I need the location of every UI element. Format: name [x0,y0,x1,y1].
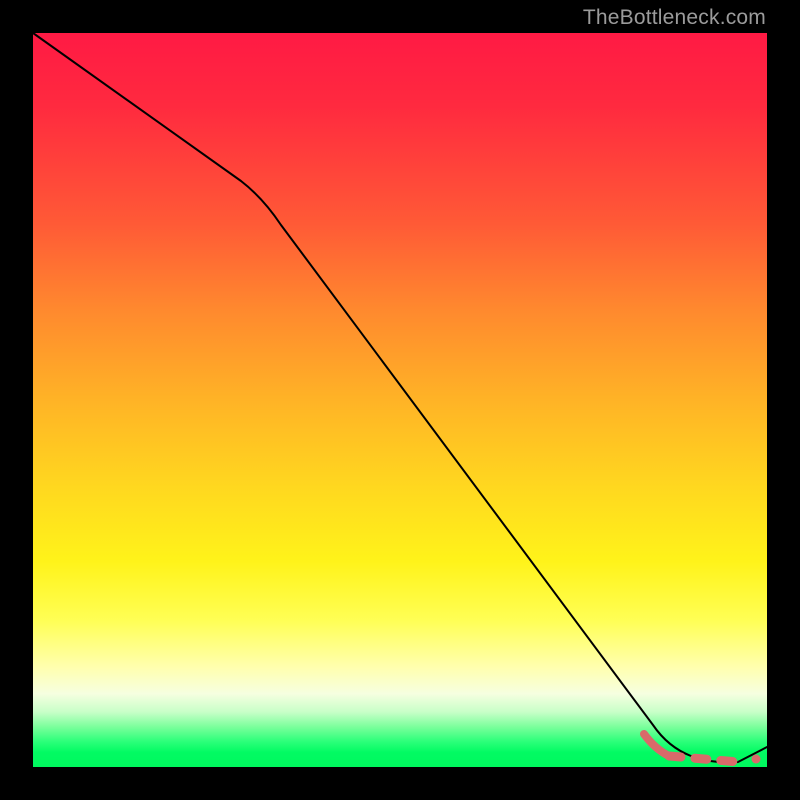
bottleneck-curve [33,33,767,762]
chart-stage: TheBottleneck.com [0,0,800,800]
optimal-range-lead [644,734,669,756]
plot-area [33,33,767,767]
optimal-range-marker [669,756,739,762]
watermark-text: TheBottleneck.com [583,6,766,30]
optimal-range-end-dot [752,755,761,764]
chart-svg [33,33,767,767]
